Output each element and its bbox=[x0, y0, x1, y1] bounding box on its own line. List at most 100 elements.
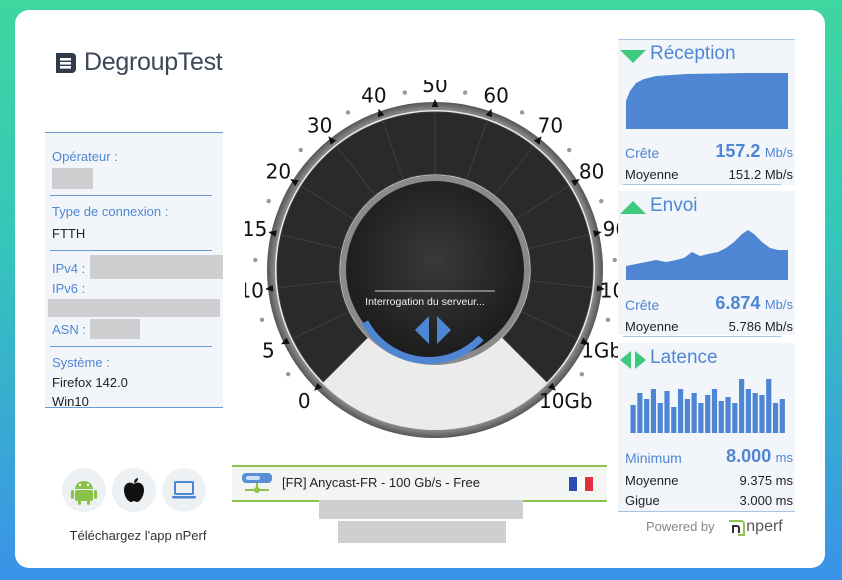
latency-bar bbox=[752, 393, 758, 433]
latency-bar bbox=[779, 399, 785, 433]
gauge-minor-dot bbox=[462, 90, 468, 95]
upload-arrow-icon bbox=[620, 201, 646, 214]
desktop-app-button[interactable] bbox=[162, 468, 206, 512]
gauge-scale-label: 30 bbox=[307, 113, 332, 137]
gauge-scale-label: 60 bbox=[483, 83, 508, 107]
system-os: Win10 bbox=[52, 394, 89, 409]
server-info-redacted bbox=[319, 500, 523, 519]
gauge-scale-label: 15 bbox=[245, 217, 267, 241]
latency-bar bbox=[718, 401, 724, 433]
divider bbox=[50, 195, 212, 196]
brand-name: DegroupTest bbox=[84, 48, 223, 76]
latency-bar bbox=[671, 407, 677, 433]
latency-bar bbox=[691, 393, 697, 433]
operator-label: Opérateur : bbox=[52, 149, 118, 164]
gauge-minor-dot bbox=[579, 371, 585, 377]
status-text: Interrogation du serveur... bbox=[365, 296, 485, 308]
download-arrow-icon bbox=[620, 50, 646, 63]
apple-icon bbox=[124, 478, 144, 502]
latency-bar bbox=[772, 403, 779, 433]
upload-peak-label: Crête bbox=[625, 297, 660, 313]
test-card: DegroupTest Opérateur : Type de connexio… bbox=[15, 10, 825, 568]
gauge-minor-dot bbox=[519, 110, 525, 115]
speed-gauge: 05101520304050607080901001Gb10Gb Interro… bbox=[245, 80, 625, 460]
ipv6-redacted bbox=[48, 299, 220, 317]
nperf-logo[interactable]: nperf bbox=[726, 518, 783, 536]
reception-peak-unit: Mb/s bbox=[764, 145, 793, 160]
upload-peak-value: 6.874 bbox=[715, 293, 761, 313]
gauge-scale-label: 70 bbox=[538, 113, 563, 137]
divider bbox=[623, 336, 781, 337]
ipv4-label: IPv4 : bbox=[52, 261, 86, 276]
gauge-minor-dot bbox=[345, 110, 351, 115]
reception-graph bbox=[626, 73, 788, 129]
divider bbox=[623, 184, 781, 185]
latency-bar bbox=[711, 389, 718, 433]
gauge-minor-dot bbox=[266, 198, 271, 204]
gauge-minor-dot bbox=[253, 257, 258, 263]
gauge-scale-label: 5 bbox=[262, 338, 275, 362]
desktop-icon bbox=[172, 481, 196, 499]
nperf-text: nperf bbox=[746, 518, 783, 536]
gauge-minor-dot bbox=[612, 257, 617, 263]
gauge-scale-label: 10 bbox=[245, 279, 264, 303]
latency-bar bbox=[698, 403, 704, 433]
powered-by: Powered by nperf bbox=[646, 517, 783, 537]
reception-peak: 157.2 Mb/s bbox=[715, 141, 793, 162]
latency-graph bbox=[630, 379, 785, 433]
operator-redacted bbox=[52, 168, 93, 189]
server-icon bbox=[242, 473, 272, 493]
latency-bar bbox=[725, 397, 731, 433]
upload-peak-unit: Mb/s bbox=[764, 297, 793, 312]
latency-bar bbox=[657, 403, 663, 433]
gauge-scale-label: 0 bbox=[298, 389, 311, 413]
connection-type-value: FTTH bbox=[52, 226, 86, 241]
ipv6-label: IPv6 : bbox=[52, 281, 86, 296]
server-selector[interactable]: [FR] Anycast-FR - 100 Gb/s - Free bbox=[232, 465, 607, 502]
degroup-logo-icon bbox=[56, 52, 76, 73]
reception-peak-label: Crête bbox=[625, 145, 660, 161]
android-app-button[interactable] bbox=[62, 468, 106, 512]
latency-bar bbox=[664, 391, 670, 433]
latency-avg-label: Moyenne bbox=[625, 473, 679, 488]
asn-redacted bbox=[90, 319, 140, 339]
latency-bar bbox=[677, 389, 684, 433]
upload-title: Envoi bbox=[650, 195, 698, 216]
latency-min-unit: ms bbox=[775, 450, 793, 465]
powered-by-label: Powered by bbox=[646, 519, 715, 535]
gauge-minor-dot bbox=[285, 371, 291, 377]
connection-info-panel: Opérateur : Type de connexion : FTTH IPv… bbox=[45, 132, 223, 409]
latency-bar bbox=[759, 395, 765, 433]
gauge-minor-dot bbox=[605, 317, 611, 323]
latency-bar bbox=[766, 379, 772, 433]
connection-type-label: Type de connexion : bbox=[52, 204, 169, 219]
ios-app-button[interactable] bbox=[112, 468, 156, 512]
latency-min: 8.000 ms bbox=[726, 446, 793, 467]
gauge-graphic: 05101520304050607080901001Gb10Gb bbox=[245, 80, 625, 438]
android-icon bbox=[71, 481, 97, 505]
latency-bar bbox=[745, 389, 751, 433]
latency-title: Latence bbox=[650, 347, 718, 368]
latency-bar bbox=[644, 399, 650, 433]
latency-bar bbox=[732, 403, 738, 433]
gauge-scale-label: 50 bbox=[422, 80, 447, 97]
gauge-scale-label: 10Gb bbox=[539, 389, 593, 413]
reception-title: Réception bbox=[650, 43, 736, 64]
system-label: Système : bbox=[52, 355, 110, 370]
latency-jitter-value: 3.000 ms bbox=[739, 493, 793, 508]
latency-min-label: Minimum bbox=[625, 450, 682, 466]
server-info-redacted bbox=[338, 521, 506, 543]
upload-avg-value: 5.786 Mb/s bbox=[728, 319, 793, 334]
brand-logo: DegroupTest bbox=[52, 48, 223, 77]
download-app-text[interactable]: Téléchargez l'app nPerf bbox=[48, 528, 228, 543]
latency-bar bbox=[650, 389, 657, 433]
latency-bar bbox=[637, 393, 643, 433]
server-name: [FR] Anycast-FR - 100 Gb/s - Free bbox=[282, 475, 480, 490]
latency-arrows-icon bbox=[620, 351, 646, 369]
divider bbox=[50, 250, 212, 251]
gauge-scale-label: 1Gb bbox=[581, 338, 622, 362]
gauge-minor-dot bbox=[567, 147, 572, 153]
upload-peak: 6.874 Mb/s bbox=[715, 293, 793, 314]
gauge-minor-dot bbox=[402, 90, 408, 95]
gauge-scale-label: 80 bbox=[579, 160, 604, 184]
